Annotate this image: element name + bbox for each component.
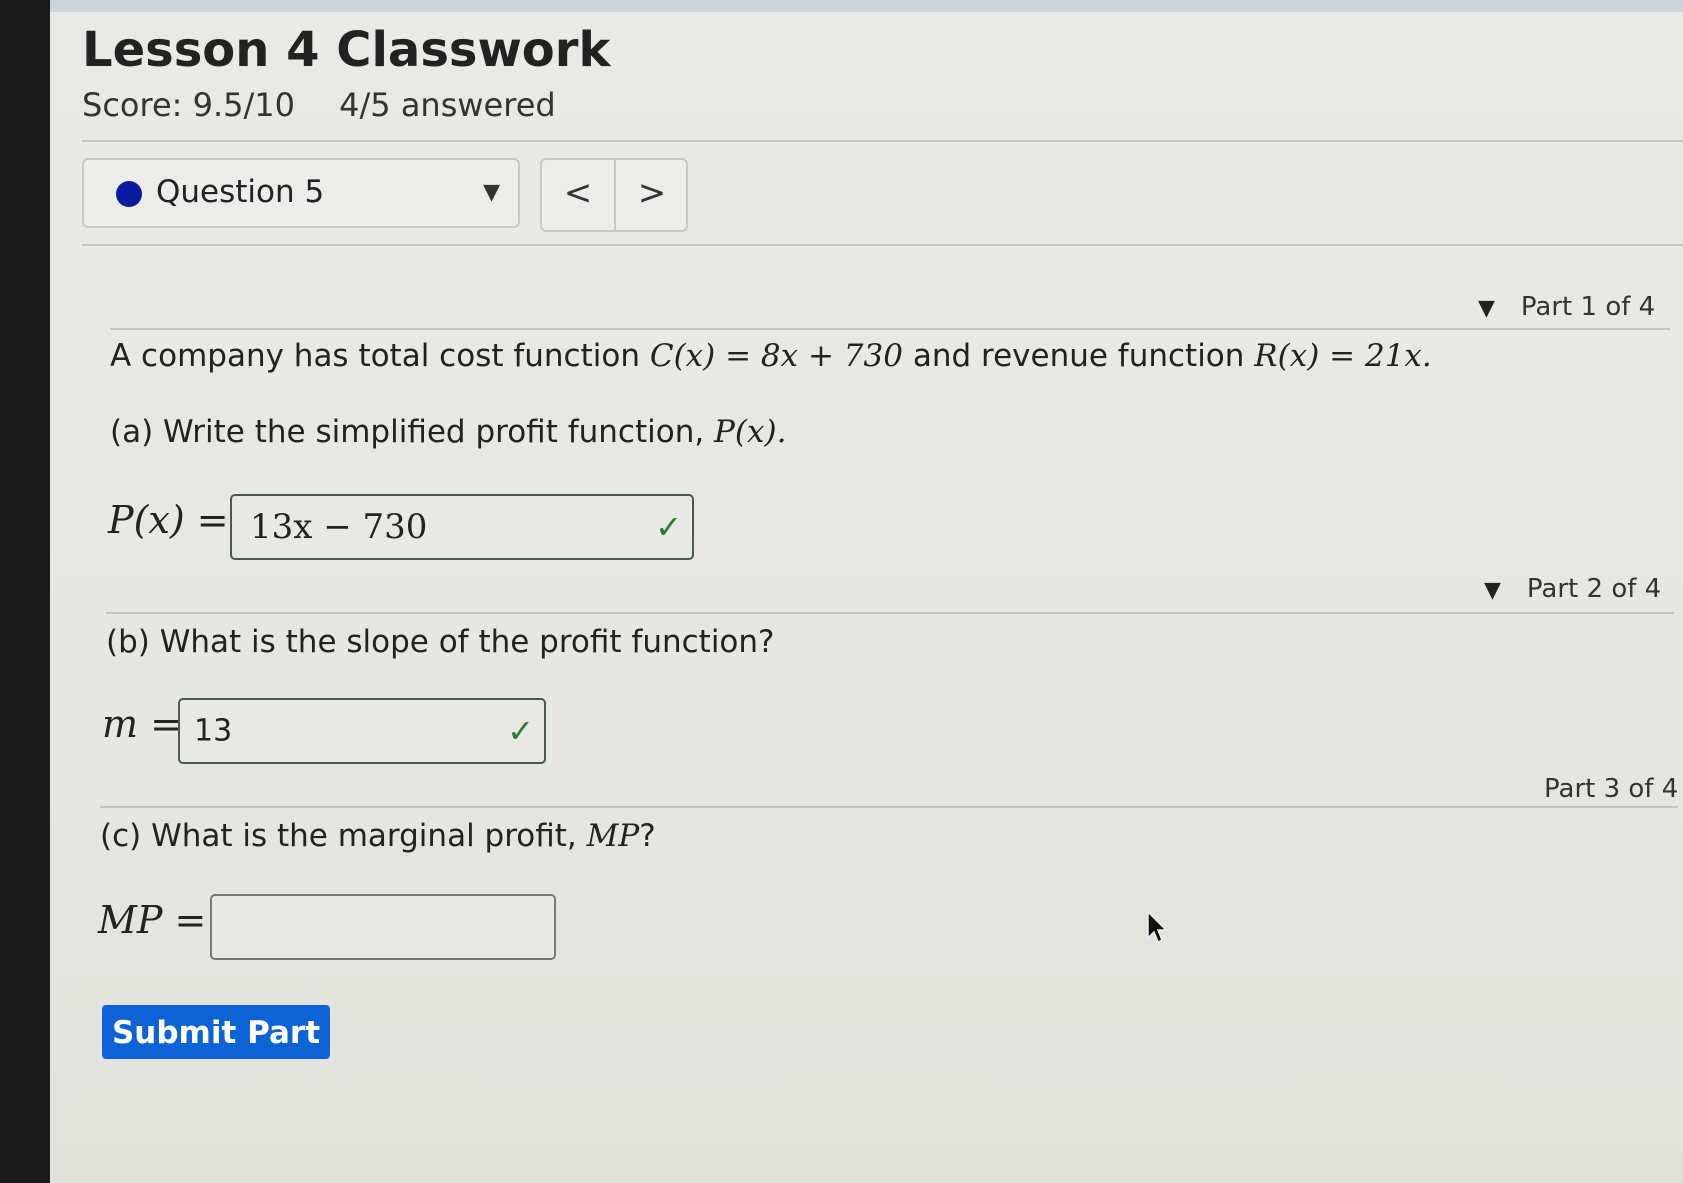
screen: Lesson 4 Classwork Score: 9.5/10 4/5 ans… (50, 0, 1683, 1183)
part-2-label: Part 2 of 4 (1526, 574, 1662, 604)
part-c-answer-field[interactable] (210, 894, 556, 960)
answered-count: 4/5 answered (339, 86, 556, 124)
divider (82, 244, 1683, 246)
part-a-math: P(x). (714, 414, 787, 450)
checkmark-icon: ✓ (655, 508, 682, 546)
part-c-text: (c) What is the marginal profit, (100, 818, 587, 854)
revenue-function: R(x) = 21x. (1254, 338, 1432, 374)
intro-text: A company has total cost function (110, 338, 650, 374)
part-1-divider (110, 328, 1670, 330)
divider (82, 140, 1683, 142)
part-b-answer-label: m = (102, 702, 182, 746)
part-a-answer-label: P(x) = (108, 498, 229, 542)
part-c-prompt: (c) What is the marginal profit, MP? (100, 818, 656, 854)
next-question-button[interactable]: > (616, 160, 688, 230)
part-a-answer-field[interactable]: 13x − 730 ✓ (230, 494, 694, 560)
checkmark-icon: ✓ (507, 712, 534, 750)
question-nav-buttons: < > (540, 158, 688, 232)
part-c-answer-label: MP = (98, 898, 207, 942)
part-c-question-mark: ? (639, 818, 656, 854)
submit-part-button[interactable]: Submit Part (102, 1005, 330, 1059)
chevron-left-icon: < (563, 173, 593, 213)
part-1-label: Part 1 of 4 (1520, 292, 1656, 322)
page-title: Lesson 4 Classwork (82, 22, 611, 78)
part-1-toggle[interactable]: ▼ Part 1 of 4 (1478, 292, 1655, 322)
top-bar (50, 0, 1683, 12)
part-2-toggle[interactable]: ▼ Part 2 of 4 (1484, 574, 1661, 604)
problem-statement: A company has total cost function C(x) =… (110, 338, 1432, 374)
intro-text-2: and revenue function (902, 338, 1255, 374)
part-2-divider (106, 612, 1674, 614)
part-a-prompt: (a) Write the simplified profit function… (110, 414, 786, 450)
part-c-math: MP (586, 818, 640, 854)
part-b-prompt: (b) What is the slope of the profit func… (106, 624, 775, 660)
chevron-right-icon: > (637, 173, 667, 213)
part-a-answer-value: 13x − 730 (250, 507, 428, 547)
question-status-dot-icon (116, 181, 142, 207)
previous-question-button[interactable]: < (542, 160, 616, 230)
caret-down-icon: ▼ (483, 180, 500, 205)
score-text: Score: 9.5/10 (82, 86, 295, 124)
triangle-down-icon: ▼ (1478, 296, 1495, 321)
question-label: Question 5 (156, 174, 325, 210)
triangle-down-icon: ▼ (1484, 578, 1501, 603)
part-3-label: Part 3 of 4 (1544, 774, 1679, 804)
part-b-answer-field[interactable]: 13 ✓ (178, 698, 546, 764)
question-select[interactable]: Question 5 ▼ (82, 158, 520, 228)
part-a-text: (a) Write the simplified profit function… (110, 414, 715, 450)
mouse-pointer-icon (1147, 910, 1168, 944)
part-3-toggle[interactable]: Part 3 of 4 (1544, 774, 1678, 804)
part-b-answer-value: 13 (194, 713, 233, 749)
cost-function: C(x) = 8x + 730 (649, 338, 903, 374)
part-3-divider (100, 806, 1678, 808)
score-line: Score: 9.5/10 4/5 answered (82, 86, 590, 124)
